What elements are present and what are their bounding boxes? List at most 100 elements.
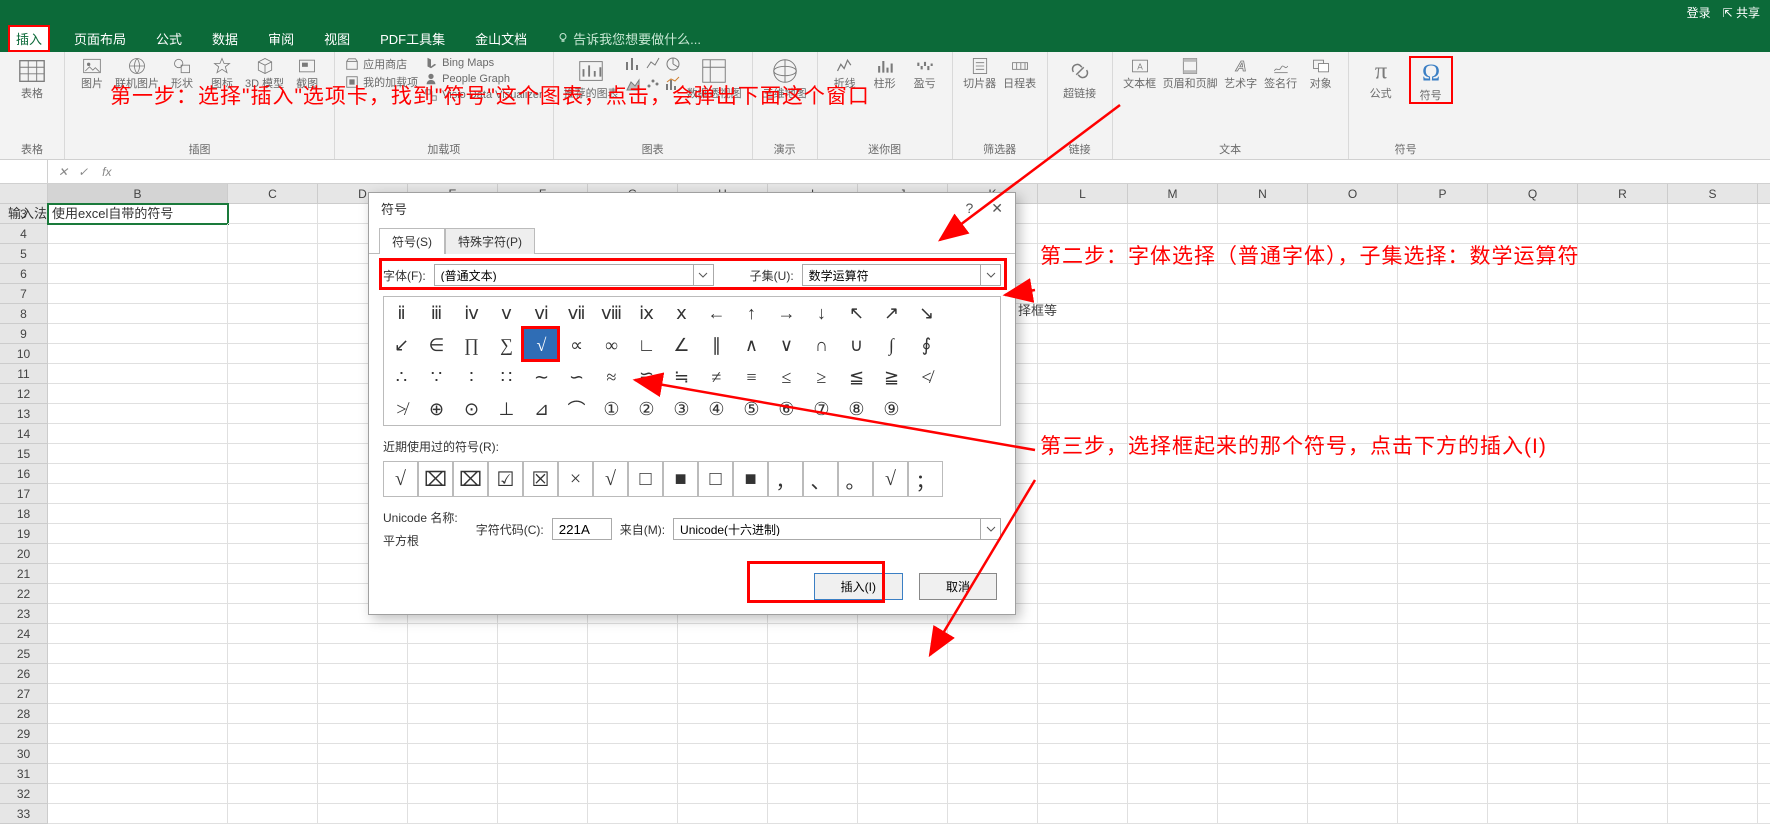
cell[interactable]	[768, 664, 858, 684]
cell[interactable]	[1578, 404, 1668, 424]
cell[interactable]	[1398, 664, 1488, 684]
cell[interactable]	[1308, 524, 1398, 544]
cell[interactable]	[1668, 744, 1758, 764]
cell[interactable]	[228, 704, 318, 724]
symbol-cell[interactable]: ③	[664, 393, 699, 425]
cell[interactable]	[48, 744, 228, 764]
row-header[interactable]: 19	[0, 524, 48, 544]
symbol-cell[interactable]: ⊕	[419, 393, 454, 425]
cell[interactable]	[1308, 504, 1398, 524]
cell[interactable]	[408, 644, 498, 664]
cell[interactable]	[1668, 204, 1758, 224]
cell[interactable]	[1488, 384, 1578, 404]
row-header[interactable]: 31	[0, 764, 48, 784]
cell[interactable]	[1668, 424, 1758, 444]
cell[interactable]	[1668, 224, 1758, 244]
cell[interactable]	[1758, 764, 1770, 784]
cell[interactable]	[1398, 504, 1488, 524]
cell[interactable]	[1758, 804, 1770, 824]
cell[interactable]	[1578, 304, 1668, 324]
symbol-cell[interactable]: →	[769, 297, 804, 329]
cell[interactable]	[1758, 484, 1770, 504]
symbol-cell[interactable]: ∶	[454, 361, 489, 393]
chevron-down-icon[interactable]	[980, 519, 1000, 539]
cell[interactable]	[588, 704, 678, 724]
column-header[interactable]: S	[1668, 184, 1758, 204]
cell[interactable]	[1128, 664, 1218, 684]
cell[interactable]	[1218, 364, 1308, 384]
symbol-cell[interactable]: ∞	[594, 329, 629, 361]
cell[interactable]	[1578, 584, 1668, 604]
column-header[interactable]: P	[1398, 184, 1488, 204]
cell[interactable]	[1668, 264, 1758, 284]
symbol-cell[interactable]: ⅶ	[559, 297, 594, 329]
symbol-cell[interactable]: √	[524, 329, 559, 361]
cell[interactable]	[1398, 484, 1488, 504]
symbol-cell[interactable]: ≥	[804, 361, 839, 393]
cell[interactable]	[1038, 404, 1128, 424]
cell[interactable]	[588, 744, 678, 764]
cell[interactable]	[1758, 384, 1770, 404]
symbol-cell[interactable]: ∩	[804, 329, 839, 361]
tab-review[interactable]: 审阅	[262, 27, 300, 50]
line-chart-icon[interactable]	[645, 56, 661, 72]
symbol-cell[interactable]: ≡	[734, 361, 769, 393]
cell[interactable]	[1038, 624, 1128, 644]
cell[interactable]	[1038, 204, 1128, 224]
cell[interactable]	[1218, 204, 1308, 224]
cell[interactable]	[1578, 484, 1668, 504]
cell[interactable]	[1218, 484, 1308, 504]
cell[interactable]	[1758, 464, 1770, 484]
cell[interactable]	[1578, 324, 1668, 344]
object-button[interactable]: 对象	[1304, 56, 1338, 90]
cell[interactable]	[48, 324, 228, 344]
cell[interactable]	[1308, 484, 1398, 504]
cell[interactable]	[48, 624, 228, 644]
cell[interactable]	[1398, 624, 1488, 644]
symbol-cell[interactable]: ⅴ	[489, 297, 524, 329]
chevron-down-icon[interactable]	[693, 265, 713, 285]
cell[interactable]	[48, 724, 228, 744]
fx-icon[interactable]: fx	[98, 165, 115, 179]
cell[interactable]	[318, 624, 408, 644]
cell[interactable]	[48, 364, 228, 384]
symbol-cell[interactable]: ←	[699, 297, 734, 329]
tab-pdf[interactable]: PDF工具集	[374, 27, 451, 50]
symbol-cell[interactable]: ∝	[559, 329, 594, 361]
subset-input[interactable]	[803, 268, 980, 282]
cell[interactable]	[498, 704, 588, 724]
cell[interactable]	[1308, 804, 1398, 824]
symbol-cell[interactable]: ≧	[874, 361, 909, 393]
bar-chart-icon[interactable]	[625, 56, 641, 72]
cell[interactable]	[678, 624, 768, 644]
tab-wps[interactable]: 金山文档	[469, 27, 533, 50]
recent-symbol-cell[interactable]: √	[593, 461, 628, 497]
cell[interactable]	[1758, 724, 1770, 744]
tell-me-input[interactable]: 告诉我您想要做什么...	[551, 27, 707, 50]
cell[interactable]	[588, 724, 678, 744]
cell[interactable]	[48, 504, 228, 524]
row-header[interactable]: 20	[0, 544, 48, 564]
cell[interactable]	[1758, 244, 1770, 264]
symbol-cell[interactable]: ∟	[629, 329, 664, 361]
cell[interactable]	[1578, 744, 1668, 764]
column-header[interactable]: M	[1128, 184, 1218, 204]
symbol-cell[interactable]: ∑	[489, 329, 524, 361]
cell[interactable]	[1758, 204, 1770, 224]
cell[interactable]	[1578, 624, 1668, 644]
cell[interactable]	[588, 804, 678, 824]
cell[interactable]	[228, 764, 318, 784]
cell[interactable]	[408, 764, 498, 784]
symbol-cell[interactable]: ⅲ	[419, 297, 454, 329]
login-link[interactable]: 登录	[1687, 4, 1711, 21]
cell[interactable]	[228, 464, 318, 484]
cell[interactable]	[1578, 364, 1668, 384]
cell[interactable]	[1398, 684, 1488, 704]
cell[interactable]	[858, 644, 948, 664]
cell[interactable]	[1668, 324, 1758, 344]
cell[interactable]	[48, 644, 228, 664]
symbol-cell[interactable]: ≮	[909, 361, 944, 393]
symbol-cell[interactable]: ∫	[874, 329, 909, 361]
cell[interactable]	[228, 264, 318, 284]
cell[interactable]	[228, 504, 318, 524]
